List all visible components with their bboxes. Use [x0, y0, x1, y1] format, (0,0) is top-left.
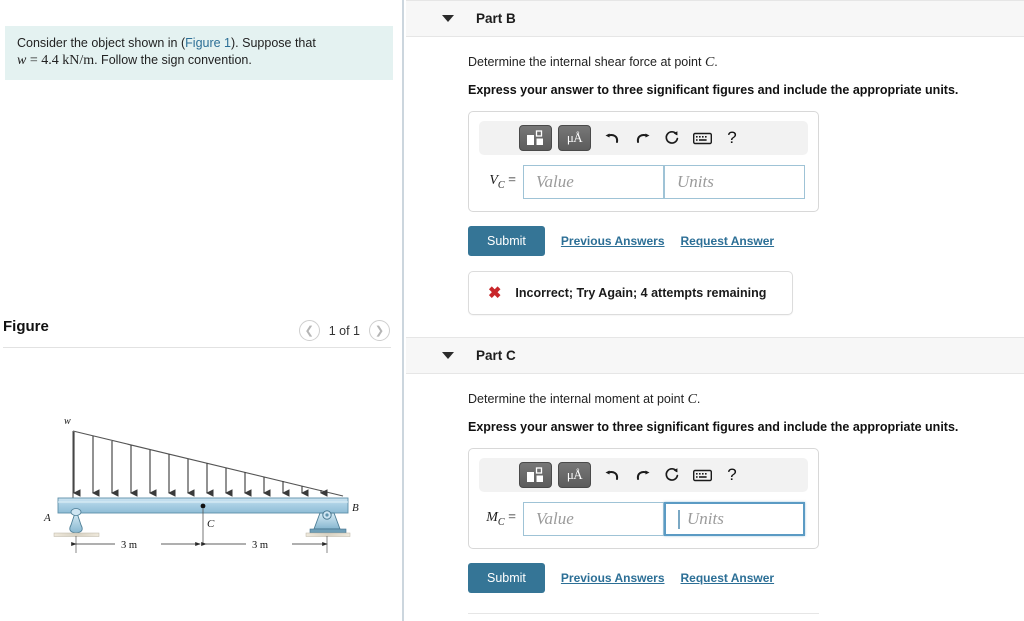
part-b-var-subscript: C — [497, 179, 505, 191]
part-c-label: Part C — [476, 348, 516, 363]
part-b-request-answer-link[interactable]: Request Answer — [681, 234, 775, 248]
problem-var-w: w — [17, 53, 27, 68]
part-b-submit-button[interactable]: Submit — [468, 226, 545, 256]
load-label-w: w — [64, 416, 71, 427]
figure-divider — [3, 347, 391, 348]
help-icon[interactable]: ? — [717, 462, 747, 488]
part-c-var-subscript: C — [497, 516, 505, 528]
next-section-divider — [468, 613, 819, 614]
support-a-label: A — [43, 512, 51, 524]
support-b — [305, 510, 351, 537]
part-c-var-symbol: M — [486, 510, 498, 526]
part-c-units-input[interactable]: Units — [664, 502, 805, 536]
part-b-toolbar: μÅ ? — [479, 121, 808, 155]
problem-text-pre: Consider the object shown in ( — [17, 36, 186, 50]
part-b-prompt-period: . — [714, 55, 718, 69]
keyboard-icon[interactable] — [687, 462, 717, 488]
problem-equation: = 4.4 — [29, 53, 59, 68]
keyboard-icon[interactable] — [687, 125, 717, 151]
part-c-answer-card: μÅ ? MC = Value Units — [468, 448, 819, 549]
part-b-prompt: Determine the internal shear force at po… — [468, 55, 1024, 71]
part-b-feedback-text: Incorrect; Try Again; 4 attempts remaini… — [515, 286, 767, 300]
math-template-icon[interactable] — [519, 462, 552, 488]
point-c-label: C — [207, 518, 215, 530]
chevron-down-icon[interactable] — [442, 352, 454, 359]
part-c-instruction: Express your answer to three significant… — [468, 420, 959, 434]
part-c-button-row: Submit Previous Answers Request Answer — [468, 563, 1024, 593]
support-b-label: B — [352, 502, 359, 514]
figure-counter: 1 of 1 — [328, 323, 360, 338]
part-c-input-row: MC = Value Units — [479, 502, 808, 536]
page-root: Consider the object shown in (Figure 1).… — [0, 0, 1024, 621]
part-b-label: Part B — [476, 11, 516, 26]
part-c-units-placeholder: Units — [687, 509, 724, 528]
units-mu-angstrom-icon[interactable]: μÅ — [558, 462, 591, 488]
part-c-prompt-text: Determine the internal moment at point — [468, 392, 688, 406]
part-c-request-answer-link[interactable]: Request Answer — [681, 571, 775, 585]
part-b-feedback: ✖ Incorrect; Try Again; 4 attempts remai… — [468, 271, 793, 315]
part-b-answer-card: μÅ ? VC = Value Units — [468, 111, 819, 212]
part-b-equals: = — [508, 173, 516, 189]
part-b-button-row: Submit Previous Answers Request Answer — [468, 226, 1024, 256]
dimension-right-label: 3 m — [252, 540, 268, 551]
redo-arrow-icon[interactable] — [627, 125, 657, 151]
problem-units: kN/m — [62, 53, 95, 68]
left-pane: Consider the object shown in (Figure 1).… — [0, 0, 404, 621]
part-b-var-symbol: V — [489, 173, 498, 189]
part-c-body: Determine the internal moment at point C… — [406, 392, 1024, 614]
dimension-left-label: 3 m — [121, 540, 137, 551]
part-c-variable-label: MC = — [479, 510, 523, 528]
figure-panel-title: Figure — [3, 318, 49, 335]
part-b-previous-answers-link[interactable]: Previous Answers — [561, 234, 665, 248]
part-c-equals: = — [508, 510, 516, 526]
part-c-value-input[interactable]: Value — [523, 502, 664, 536]
chevron-left-icon[interactable]: ❮ — [298, 320, 320, 341]
part-b-prompt-var: C — [704, 55, 715, 70]
part-b-header[interactable]: Part B — [406, 0, 1024, 37]
part-c-prompt-var: C — [687, 392, 697, 407]
reset-circular-arrow-icon[interactable] — [657, 125, 687, 151]
text-cursor — [678, 509, 680, 529]
x-mark-icon: ✖ — [488, 285, 502, 302]
part-b-instruction: Express your answer to three significant… — [468, 83, 959, 97]
undo-arrow-icon[interactable] — [597, 462, 627, 488]
part-c-toolbar: μÅ ? — [479, 458, 808, 492]
figure-nav: ❮ 1 of 1 ❯ — [298, 320, 390, 341]
part-c-prompt-period: . — [696, 392, 701, 406]
part-b-value-input[interactable]: Value — [523, 165, 664, 199]
redo-arrow-icon[interactable] — [627, 462, 657, 488]
part-b-body: Determine the internal shear force at po… — [406, 55, 1024, 315]
math-template-icon[interactable] — [519, 125, 552, 151]
part-c-header[interactable]: Part C — [406, 337, 1024, 374]
problem-text-tail: . Follow the sign convention. — [94, 53, 252, 67]
chevron-right-icon[interactable]: ❯ — [369, 320, 390, 341]
part-c-prompt: Determine the internal moment at point C… — [468, 392, 1024, 408]
part-b-units-input[interactable]: Units — [664, 165, 805, 199]
right-pane: Part B Determine the internal shear forc… — [406, 0, 1024, 621]
undo-arrow-icon[interactable] — [597, 125, 627, 151]
reset-circular-arrow-icon[interactable] — [657, 462, 687, 488]
part-b-prompt-text: Determine the internal shear force at po… — [468, 55, 705, 69]
help-icon[interactable]: ? — [717, 125, 747, 151]
part-b-variable-label: VC = — [479, 173, 523, 191]
figure-1-link[interactable]: Figure 1 — [185, 36, 231, 50]
point-c-marker — [200, 503, 206, 509]
part-c-submit-button[interactable]: Submit — [468, 563, 545, 593]
beam-diagram: w A B C 3 m 3 m — [18, 405, 378, 570]
chevron-down-icon[interactable] — [442, 15, 454, 22]
problem-statement: Consider the object shown in (Figure 1).… — [5, 26, 393, 80]
units-mu-angstrom-icon[interactable]: μÅ — [558, 125, 591, 151]
part-b-input-row: VC = Value Units — [479, 165, 808, 199]
part-c-previous-answers-link[interactable]: Previous Answers — [561, 571, 665, 585]
problem-text-post: ). Suppose that — [231, 36, 316, 50]
